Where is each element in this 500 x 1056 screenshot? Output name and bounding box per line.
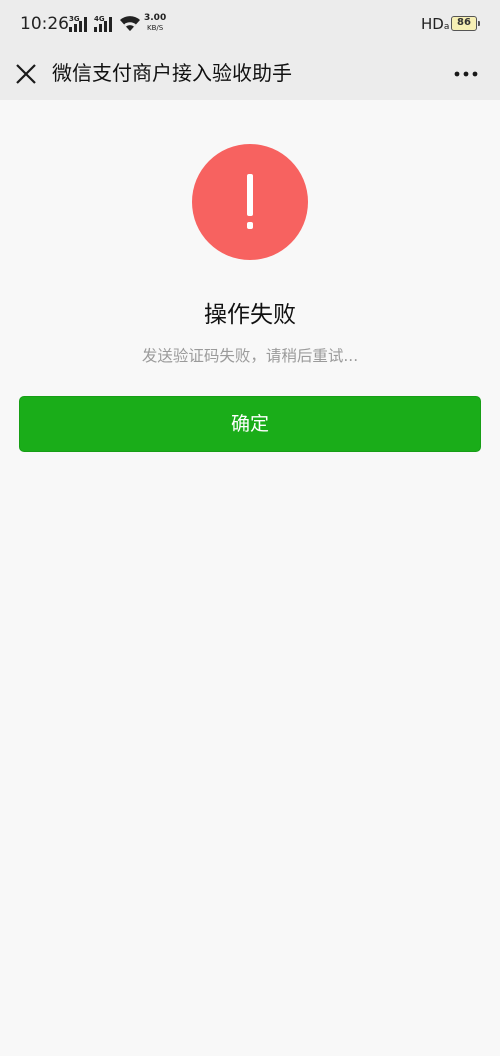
wifi-icon [120, 16, 140, 31]
result-description: 发送验证码失败，请稍后重试... [141, 347, 359, 365]
close-button[interactable] [6, 54, 46, 94]
speed-value: 3.00 [144, 13, 167, 23]
title-bar: 微信支付商户接入验收助手 [0, 48, 500, 100]
signal-icon [94, 17, 112, 32]
status-time: 10:26 [20, 14, 69, 34]
page-title: 微信支付商户接入验收助手 [52, 61, 292, 85]
hd-sub: a [443, 22, 450, 32]
hd-label: HD [421, 15, 444, 33]
hd-indicator: HDa [421, 15, 449, 36]
warning-icon [192, 144, 308, 260]
signal-icon [69, 17, 87, 32]
close-icon [16, 64, 36, 84]
battery-level: 86 [457, 17, 471, 28]
confirm-button[interactable]: 确定 [19, 396, 481, 452]
status-bar: 10:26 3G 4G 3.00 KB/S HDa 86 [0, 0, 500, 48]
more-button[interactable] [446, 54, 486, 94]
more-icon [454, 71, 478, 77]
speed-unit: KB/S [147, 24, 164, 32]
network-speed: 3.00 KB/S [144, 13, 166, 33]
result-title: 操作失败 [204, 302, 296, 328]
battery-icon: 86 [451, 16, 480, 31]
